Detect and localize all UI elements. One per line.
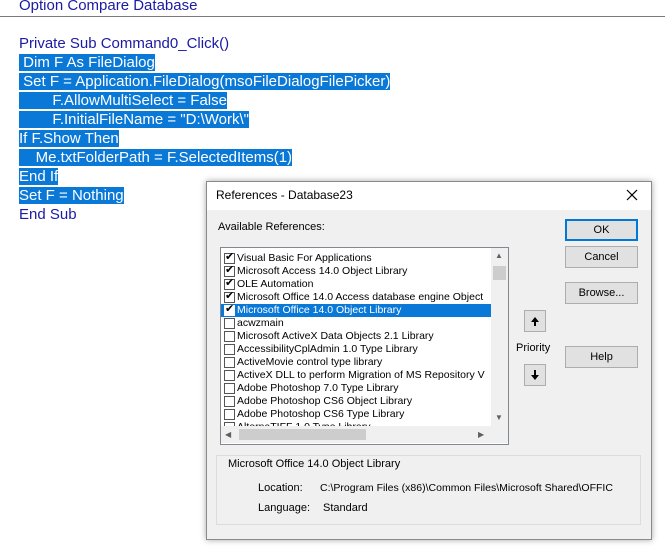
arrow-up-icon bbox=[531, 317, 539, 326]
scroll-left-arrow-icon[interactable]: ◀ bbox=[225, 430, 231, 439]
reference-label: Microsoft Office 14.0 Object Library bbox=[237, 304, 402, 316]
horizontal-scroll-thumb[interactable] bbox=[239, 429, 366, 440]
code-line-text: F.AllowMultiSelect = False bbox=[19, 92, 227, 109]
ok-button[interactable]: OK bbox=[565, 219, 638, 241]
reference-info-title: Microsoft Office 14.0 Object Library bbox=[227, 458, 402, 470]
reference-item[interactable]: ActiveX DLL to perform Migration of MS R… bbox=[221, 369, 491, 382]
reference-checkbox[interactable] bbox=[224, 396, 235, 407]
reference-item[interactable]: ✔ Microsoft Office 14.0 Object Library bbox=[221, 303, 491, 317]
reference-checkbox[interactable] bbox=[224, 357, 235, 368]
reference-item[interactable]: acwzmain bbox=[221, 317, 491, 330]
reference-item[interactable]: Adobe Photoshop CS6 Type Library bbox=[221, 408, 491, 421]
reference-checkbox[interactable]: ✔ bbox=[224, 290, 235, 303]
close-icon[interactable] bbox=[621, 184, 643, 206]
scrollbar-corner bbox=[491, 426, 508, 443]
reference-checkbox[interactable]: ✔ bbox=[224, 277, 235, 290]
browse-button[interactable]: Browse... bbox=[565, 282, 638, 304]
code-line-text: Private Sub Command0_Click() bbox=[19, 35, 230, 52]
references-listbox[interactable]: ✔ Visual Basic For Applications ✔ Microsoft… bbox=[220, 247, 509, 445]
reference-label: OLE Automation bbox=[237, 278, 314, 290]
reference-checkbox[interactable] bbox=[224, 383, 235, 394]
reference-checkbox[interactable] bbox=[224, 409, 235, 420]
priority-down-button[interactable] bbox=[524, 364, 546, 386]
code-line-text: Dim F As FileDialog bbox=[19, 54, 155, 71]
arrow-down-icon bbox=[531, 370, 539, 380]
check-icon: ✔ bbox=[225, 251, 235, 263]
help-button[interactable]: Help bbox=[565, 346, 638, 368]
reference-label: AccessibilityCplAdmin 1.0 Type Library bbox=[237, 343, 418, 355]
reference-label: ActiveX DLL to perform Migration of MS R… bbox=[237, 369, 485, 381]
scroll-down-arrow-icon[interactable]: ▼ bbox=[495, 413, 503, 422]
priority-label: Priority bbox=[516, 342, 551, 354]
vertical-scroll-thumb[interactable] bbox=[493, 266, 506, 280]
code-line-text: End If bbox=[19, 168, 59, 185]
reference-checkbox[interactable]: ✔ bbox=[224, 303, 235, 316]
dialog-title: References - Database23 bbox=[216, 188, 353, 202]
reference-label: Visual Basic For Applications bbox=[237, 252, 372, 264]
reference-checkbox[interactable]: ✔ bbox=[224, 264, 235, 277]
reference-item[interactable]: Adobe Photoshop 7.0 Type Library bbox=[221, 382, 491, 395]
reference-item[interactable]: ✔ Microsoft Office 14.0 Access database e… bbox=[221, 290, 491, 304]
code-line[interactable]: Set F = Nothing bbox=[19, 186, 124, 205]
reference-label: Adobe Photoshop 7.0 Type Library bbox=[237, 382, 399, 394]
code-line[interactable]: Dim F As FileDialog bbox=[19, 53, 155, 72]
code-line-text: Me.txtFolderPath = F.SelectedItems(1) bbox=[19, 149, 293, 166]
reference-checkbox[interactable]: ✔ bbox=[224, 251, 235, 264]
vertical-scrollbar[interactable]: ▲ ▼ bbox=[491, 248, 508, 426]
references-dialog: References - Database23 Available Refere… bbox=[206, 181, 652, 540]
reference-checkbox[interactable] bbox=[224, 344, 235, 355]
code-line[interactable]: Set F = Application.FileDialog(msoFileDi… bbox=[19, 72, 391, 91]
cancel-button[interactable]: Cancel bbox=[565, 246, 638, 268]
check-icon: ✔ bbox=[225, 290, 235, 302]
check-icon: ✔ bbox=[225, 264, 235, 276]
code-line[interactable]: F.AllowMultiSelect = False bbox=[19, 91, 227, 110]
reference-label: Microsoft Office 14.0 Access database en… bbox=[237, 291, 484, 303]
reference-label: Microsoft ActiveX Data Objects 2.1 Libra… bbox=[237, 330, 434, 342]
reference-label: Microsoft Access 14.0 Object Library bbox=[237, 265, 408, 277]
declarations-bar: Option Compare Database bbox=[0, 0, 665, 17]
language-value: Standard bbox=[323, 502, 368, 514]
code-line[interactable]: Private Sub Command0_Click() bbox=[19, 34, 229, 53]
code-line-text: If F.Show Then bbox=[19, 130, 119, 147]
location-label: Location: bbox=[258, 482, 303, 494]
scroll-right-arrow-icon[interactable]: ▶ bbox=[478, 430, 484, 439]
code-line[interactable]: End Sub bbox=[19, 205, 77, 224]
reference-label: ActiveMovie control type library bbox=[237, 356, 383, 368]
code-line[interactable]: F.InitialFileName = "D:\Work\" bbox=[19, 110, 250, 129]
location-value: C:\Program Files (x86)\Common Files\Micr… bbox=[320, 482, 613, 494]
check-icon: ✔ bbox=[225, 277, 235, 289]
code-line[interactable]: If F.Show Then bbox=[19, 129, 119, 148]
reference-item[interactable]: ✔ Visual Basic For Applications bbox=[221, 251, 491, 265]
available-references-label: Available References: bbox=[218, 221, 325, 233]
reference-checkbox[interactable] bbox=[224, 370, 235, 381]
check-icon: ✔ bbox=[225, 303, 235, 315]
reference-label: Adobe Photoshop CS6 Type Library bbox=[237, 408, 405, 420]
reference-item[interactable]: Adobe Photoshop CS6 Object Library bbox=[221, 395, 491, 408]
reference-checkbox[interactable] bbox=[224, 331, 235, 342]
code-line[interactable]: End If bbox=[19, 167, 59, 186]
horizontal-scrollbar[interactable]: ◀ ▶ bbox=[221, 426, 491, 443]
reference-checkbox[interactable] bbox=[224, 318, 235, 329]
references-list[interactable]: ✔ Visual Basic For Applications ✔ Microsoft… bbox=[221, 248, 491, 426]
code-line-text: End Sub bbox=[19, 206, 77, 223]
code-line-text: Set F = Application.FileDialog(msoFileDi… bbox=[19, 73, 391, 90]
reference-item[interactable]: Microsoft ActiveX Data Objects 2.1 Libra… bbox=[221, 330, 491, 343]
scroll-up-arrow-icon[interactable]: ▲ bbox=[495, 251, 503, 260]
language-label: Language: bbox=[258, 502, 310, 514]
declarations-text: Option Compare Database bbox=[19, 0, 198, 14]
code-line-text: F.InitialFileName = "D:\Work\" bbox=[19, 111, 250, 128]
reference-item[interactable]: ✔ OLE Automation bbox=[221, 277, 491, 291]
priority-up-button[interactable] bbox=[524, 310, 546, 332]
reference-item[interactable]: ✔ Microsoft Access 14.0 Object Library bbox=[221, 264, 491, 278]
code-line-text: Set F = Nothing bbox=[19, 187, 124, 204]
code-line[interactable]: Me.txtFolderPath = F.SelectedItems(1) bbox=[19, 148, 293, 167]
reference-item[interactable]: AccessibilityCplAdmin 1.0 Type Library bbox=[221, 343, 491, 356]
dialog-titlebar[interactable]: References - Database23 bbox=[207, 182, 651, 210]
reference-item[interactable]: ActiveMovie control type library bbox=[221, 356, 491, 369]
reference-label: acwzmain bbox=[237, 317, 284, 329]
reference-label: Adobe Photoshop CS6 Object Library bbox=[237, 395, 413, 407]
